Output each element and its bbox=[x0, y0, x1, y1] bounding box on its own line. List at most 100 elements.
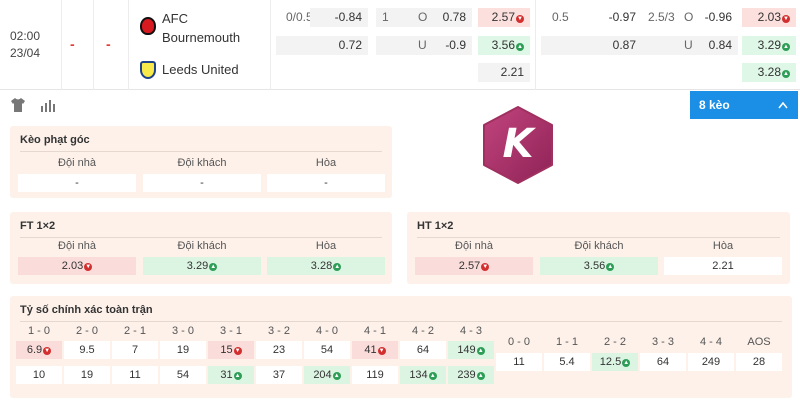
match-toolbar bbox=[0, 90, 800, 120]
score-label: 1 - 1 bbox=[555, 336, 578, 348]
ft-ou-under[interactable]: U -0.9 bbox=[376, 36, 472, 55]
ht-ou-u-label: U bbox=[684, 38, 693, 52]
more-bets-button[interactable]: 8 kèo bbox=[690, 91, 798, 119]
away-team-name[interactable]: Leeds United bbox=[162, 60, 239, 79]
odds-page: 02:00 23/04 - - AFC Bournemouth Leeds Un… bbox=[0, 0, 800, 400]
ft-1x2-home[interactable]: 2.57 ▼ bbox=[478, 8, 530, 27]
col-header-away: Đội khách bbox=[177, 157, 227, 169]
more-bets-label: 8 kèo bbox=[699, 98, 730, 112]
ht-ou-under-value: 0.84 bbox=[708, 38, 732, 52]
draw-score-odds[interactable]: 12.5 ▲ bbox=[592, 353, 638, 371]
draw-score-odds[interactable]: 64 bbox=[640, 353, 686, 371]
ft-home-odds[interactable]: 2.03 ▼ bbox=[18, 257, 136, 275]
ft-draw-odds[interactable]: 3.28 ▲ bbox=[267, 257, 385, 275]
home-score-odds[interactable]: 7 bbox=[112, 341, 158, 359]
arrow-down-icon: ▼ bbox=[481, 263, 490, 271]
ht-hdp-home-value: -0.97 bbox=[608, 10, 636, 24]
col-header-home: Đội nhà bbox=[58, 240, 96, 252]
arrow-up-icon: ▲ bbox=[233, 372, 242, 380]
away-score-odds[interactable]: 239 ▲ bbox=[448, 366, 494, 384]
k-logo-icon: K bbox=[483, 106, 553, 184]
away-score-odds[interactable]: 204 ▲ bbox=[304, 366, 350, 384]
corner-kick-title: Kèo phạt góc bbox=[20, 134, 90, 146]
home-score-odds[interactable]: 54 bbox=[304, 341, 350, 359]
arrow-down-icon: ▼ bbox=[43, 347, 52, 355]
score-label: 3 - 0 bbox=[171, 325, 194, 337]
ft-hdp-away[interactable]: 0.72 bbox=[276, 36, 368, 55]
corner-away-odds[interactable]: - bbox=[143, 174, 261, 192]
ht-1x2-away[interactable]: 3.29 ▲ bbox=[742, 36, 796, 55]
home-score-odds[interactable]: 23 bbox=[256, 341, 302, 359]
ft-1x2-draw[interactable]: 2.21 bbox=[478, 63, 530, 82]
divider bbox=[128, 0, 129, 90]
ft-away-odds[interactable]: 3.29 ▲ bbox=[143, 257, 261, 275]
home-score-odds[interactable]: 19 bbox=[160, 341, 206, 359]
divider bbox=[20, 151, 382, 152]
arrow-up-icon: ▲ bbox=[209, 263, 218, 271]
score-label: 3 - 3 bbox=[651, 336, 674, 348]
ft-ou-o-label: O bbox=[418, 10, 428, 24]
ht-ou-line: 2.5/3 bbox=[648, 10, 675, 24]
ft-hdp-line: 0/0.5 bbox=[286, 10, 313, 24]
ht-hdp-line: 0.5 bbox=[552, 10, 569, 24]
match-row[interactable]: 02:00 23/04 - - AFC Bournemouth Leeds Un… bbox=[0, 0, 800, 90]
draw-score-odds[interactable]: 5.4 bbox=[544, 353, 590, 371]
home-score-odds[interactable]: 15 ▼ bbox=[208, 341, 254, 359]
chevron-up-icon bbox=[778, 101, 788, 109]
away-score-odds[interactable]: 134 ▲ bbox=[400, 366, 446, 384]
ht-away-odds[interactable]: 3.56 ▲ bbox=[540, 257, 658, 275]
home-team-line2: Bournemouth bbox=[162, 30, 241, 45]
ht-hdp-home[interactable]: 0.5 -0.97 bbox=[546, 8, 642, 27]
ft-1x2-panel: FT 1×2 Đội nhà Đội khách Hòa 2.03 ▼ 3.29 ▲… bbox=[10, 212, 392, 284]
away-score: - bbox=[106, 36, 111, 52]
ht-home-odds[interactable]: 2.57 ▼ bbox=[415, 257, 533, 275]
arrow-up-icon: ▲ bbox=[622, 359, 631, 367]
corner-draw-odds[interactable]: - bbox=[267, 174, 385, 192]
away-score-odds[interactable]: 54 bbox=[160, 366, 206, 384]
col-header-draw: Hòa bbox=[712, 240, 734, 252]
score-label: 4 - 3 bbox=[459, 325, 482, 337]
home-score-odds[interactable]: 64 bbox=[400, 341, 446, 359]
ht-ou-over-value: -0.96 bbox=[704, 10, 732, 24]
correct-score-title: Tỷ số chính xác toàn trận bbox=[20, 304, 153, 316]
ht-draw-odds[interactable]: 2.21 bbox=[664, 257, 782, 275]
ht-hdp-away[interactable]: 0.87 bbox=[541, 36, 642, 55]
ht-1x2-draw[interactable]: 3.28 ▲ bbox=[742, 63, 796, 82]
home-score-odds[interactable]: 9.5 bbox=[64, 341, 110, 359]
col-header-draw: Hòa bbox=[315, 240, 337, 252]
ft-hdp-home[interactable]: -0.84 bbox=[310, 8, 368, 27]
arrow-down-icon: ▼ bbox=[377, 347, 386, 355]
draw-score-odds[interactable]: 11 bbox=[496, 353, 542, 371]
col-header-draw: Hòa bbox=[315, 157, 337, 169]
draw-score-odds[interactable]: 28 bbox=[736, 353, 782, 371]
corner-home-odds[interactable]: - bbox=[18, 174, 136, 192]
away-score-odds[interactable]: 11 bbox=[112, 366, 158, 384]
divider bbox=[417, 237, 780, 238]
shirt-icon[interactable] bbox=[10, 98, 26, 112]
home-team-name[interactable]: AFC Bournemouth bbox=[162, 9, 240, 47]
away-score-odds[interactable]: 19 bbox=[64, 366, 110, 384]
arrow-down-icon: ▼ bbox=[233, 347, 242, 355]
score-label: 4 - 0 bbox=[315, 325, 338, 337]
ht-1x2-home[interactable]: 2.03 ▼ bbox=[742, 8, 796, 27]
ft-ou-over-value: 0.78 bbox=[442, 10, 466, 24]
home-score-odds[interactable]: 149 ▲ bbox=[448, 341, 494, 359]
arrow-down-icon: ▼ bbox=[516, 15, 524, 23]
home-score-odds[interactable]: 41 ▼ bbox=[352, 341, 398, 359]
arrow-up-icon: ▲ bbox=[476, 347, 485, 355]
ht-ou-over[interactable]: 2.5/3 O -0.96 bbox=[642, 8, 738, 27]
draw-score-odds[interactable]: 249 bbox=[688, 353, 734, 371]
ft-1x2-away[interactable]: 3.56 ▲ bbox=[478, 36, 530, 55]
away-score-odds[interactable]: 119 bbox=[352, 366, 398, 384]
ht-ou-under[interactable]: U 0.84 bbox=[642, 36, 738, 55]
away-score-odds[interactable]: 31 ▲ bbox=[208, 366, 254, 384]
ht-1x2-panel: HT 1×2 Đội nhà Đội khách Hòa 2.57 ▼ 3.56 ▲… bbox=[407, 212, 790, 284]
away-score-odds[interactable]: 37 bbox=[256, 366, 302, 384]
leeds-crest-icon bbox=[140, 61, 156, 79]
home-score-odds[interactable]: 6.9 ▼ bbox=[16, 341, 62, 359]
divider bbox=[535, 0, 536, 90]
ft-ou-over[interactable]: 1 O 0.78 bbox=[376, 8, 472, 27]
arrow-down-icon: ▼ bbox=[84, 263, 93, 271]
stats-chart-icon[interactable] bbox=[40, 98, 56, 112]
away-score-odds[interactable]: 10 bbox=[16, 366, 62, 384]
